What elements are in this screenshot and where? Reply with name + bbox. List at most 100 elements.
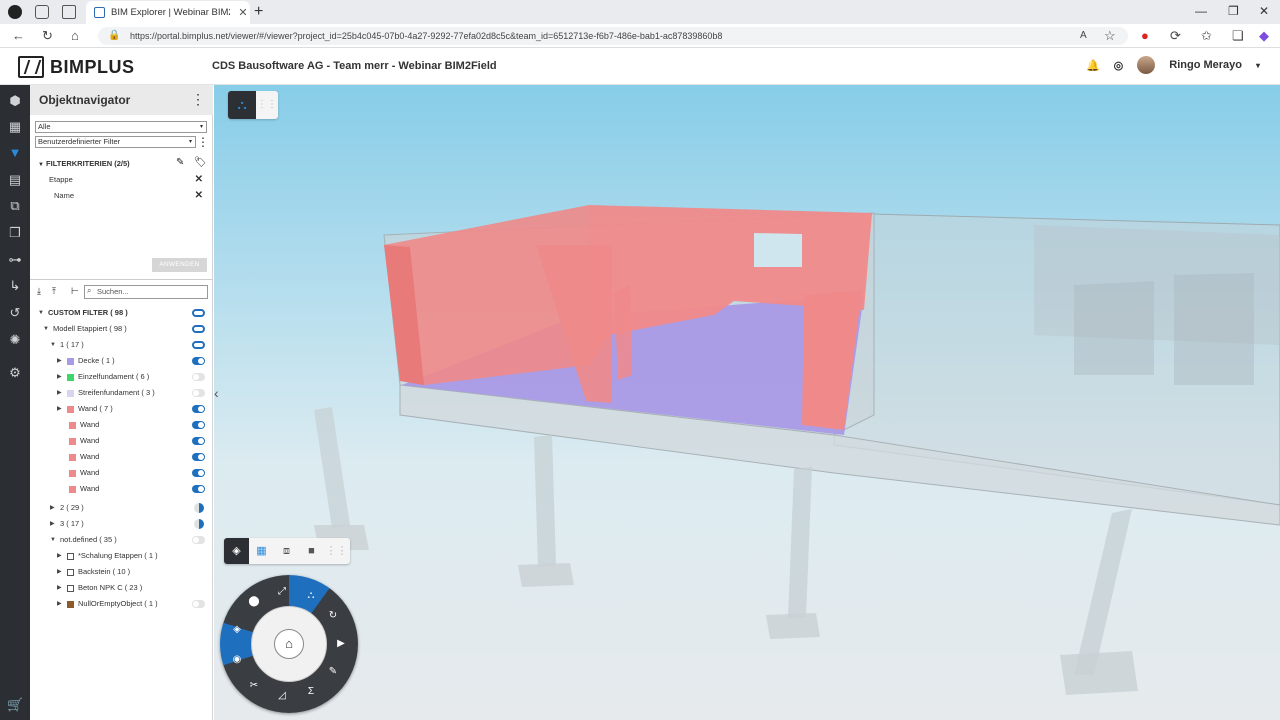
section-icon[interactable]: ◿ bbox=[275, 689, 289, 703]
caret-right-icon[interactable]: ▶ bbox=[57, 565, 62, 579]
close-tab-icon[interactable]: ✕ bbox=[236, 6, 250, 19]
expand-all-icon[interactable]: ⤓ bbox=[37, 286, 41, 297]
tree-node[interactable]: ▼ Modell Etappiert ( 98 ) bbox=[30, 322, 213, 336]
caret-down-icon[interactable]: ▼ bbox=[50, 533, 56, 547]
visibility-toggle[interactable] bbox=[192, 325, 205, 333]
tree-node[interactable]: ▶ *Schalung Etappen ( 1 ) bbox=[30, 549, 213, 563]
sun-icon[interactable]: ✺ bbox=[7, 332, 23, 348]
caret-right-icon[interactable]: ▶ bbox=[50, 517, 55, 531]
visibility-toggle[interactable] bbox=[192, 485, 205, 493]
tree-structure-icon[interactable]: ↳ bbox=[7, 278, 23, 294]
caret-right-icon[interactable]: ▶ bbox=[57, 597, 62, 611]
filter-icon[interactable]: ▼ bbox=[7, 145, 23, 161]
tree-node[interactable]: ▼ CUSTOM FILTER ( 98 ) bbox=[30, 306, 213, 320]
search-input[interactable]: Suchen... bbox=[84, 285, 208, 299]
collections-icon[interactable]: ❏ bbox=[1232, 28, 1244, 44]
tree-view-icon[interactable]: ⊢ bbox=[71, 286, 79, 297]
tree-node[interactable]: ▶ Backstein ( 10 ) bbox=[30, 565, 213, 579]
hide-eye-icon[interactable]: ◉ bbox=[230, 653, 244, 667]
model-icon[interactable]: ⬢ bbox=[7, 93, 23, 109]
tree-node[interactable]: ▶ Streifenfundament ( 3 ) bbox=[30, 386, 213, 400]
custom-filter-menu-icon[interactable]: ⋮ bbox=[197, 135, 209, 149]
browser-tab[interactable]: BIM Explorer | Webinar BIM2Field ✕ bbox=[86, 1, 250, 24]
workspaces-icon[interactable] bbox=[35, 5, 49, 19]
support-icon[interactable]: ◎ bbox=[1114, 59, 1124, 72]
close-window-icon[interactable]: ✕ bbox=[1259, 4, 1269, 18]
model-scene[interactable] bbox=[214, 85, 1280, 720]
home-view-icon[interactable]: ⌂ bbox=[274, 629, 304, 659]
hierarchy-icon[interactable]: ⊶ bbox=[7, 252, 23, 268]
caret-right-icon[interactable]: ▶ bbox=[57, 549, 62, 563]
caret-right-icon[interactable]: ▶ bbox=[50, 501, 55, 515]
tree-leaf[interactable]: Wand bbox=[30, 434, 213, 448]
visibility-toggle[interactable] bbox=[192, 389, 205, 397]
visibility-toggle[interactable] bbox=[192, 357, 205, 365]
tree-leaf[interactable]: Wand bbox=[30, 450, 213, 464]
minimize-icon[interactable]: — bbox=[1195, 4, 1207, 18]
visibility-toggle[interactable] bbox=[192, 309, 205, 317]
url-field[interactable]: https://portal.bimplus.net/viewer/#/view… bbox=[98, 27, 1128, 45]
cart-icon[interactable]: 🛒 bbox=[7, 697, 23, 713]
visibility-toggle[interactable] bbox=[192, 600, 205, 608]
collapse-panel-icon[interactable]: ‹ bbox=[214, 385, 219, 401]
back-icon[interactable]: ← bbox=[12, 28, 25, 43]
caret-right-icon[interactable]: ▶ bbox=[57, 402, 62, 416]
copilot-icon[interactable]: ◆ bbox=[1259, 28, 1269, 44]
tree-node[interactable]: ▶ 2 ( 29 ) bbox=[30, 501, 213, 515]
bimplus-logo[interactable]: BIMPLUS bbox=[18, 56, 135, 78]
favorites-icon[interactable]: ✩ bbox=[1201, 28, 1212, 44]
visibility-toggle[interactable] bbox=[192, 437, 205, 445]
cube-wireframe-icon[interactable]: ⧈ bbox=[274, 538, 299, 564]
profile-icon[interactable] bbox=[8, 5, 22, 19]
collapse-all-icon[interactable]: ⤒ bbox=[52, 286, 56, 297]
tree-leaf[interactable]: Wand bbox=[30, 482, 213, 496]
tag-icon[interactable]: 🏷 bbox=[194, 157, 207, 168]
bell-icon[interactable]: 🔔 bbox=[1086, 59, 1100, 72]
remove-criterion-icon[interactable]: ✕ bbox=[195, 174, 203, 185]
layers-icon[interactable]: ◈ bbox=[224, 538, 249, 564]
3d-viewport[interactable]: ⛬ ⋮⋮ ‹ ◈ ▦ ⧈ ■ ⋮⋮ ⌂ ⤢ ⛬ ↻ ▶ ✎ Σ ◿ ✂ ◉ ◈ … bbox=[214, 85, 1280, 720]
tree-node[interactable]: ▼ 1 ( 17 ) bbox=[30, 338, 213, 352]
settings-gear-icon[interactable]: ⚙ bbox=[7, 365, 23, 381]
caret-right-icon[interactable]: ▶ bbox=[57, 386, 62, 400]
layers-icon[interactable]: ◈ bbox=[230, 623, 244, 637]
avatar[interactable] bbox=[1137, 56, 1156, 74]
home-icon[interactable]: ⌂ bbox=[71, 28, 79, 43]
tree-node[interactable]: ▶ 3 ( 17 ) bbox=[30, 517, 213, 531]
scissors-icon[interactable]: ✂ bbox=[247, 679, 261, 693]
caret-right-icon[interactable]: ▶ bbox=[57, 581, 62, 595]
tree-leaf[interactable]: Wand bbox=[30, 418, 213, 432]
camera-icon[interactable]: ▶ bbox=[334, 637, 348, 651]
visibility-toggle[interactable] bbox=[192, 453, 205, 461]
map-icon[interactable]: ▦ bbox=[7, 119, 23, 135]
tab-actions-icon[interactable] bbox=[62, 5, 76, 19]
apply-button[interactable]: ANWENDEN bbox=[152, 258, 207, 272]
fit-view-icon[interactable]: ⤢ bbox=[275, 585, 289, 599]
pencil-icon[interactable]: ✎ bbox=[176, 157, 184, 168]
favorite-star-icon[interactable]: ☆ bbox=[1104, 28, 1116, 44]
grid-dots-icon[interactable]: ⋮⋮ bbox=[256, 91, 278, 119]
tree-leaf[interactable]: Wand bbox=[30, 466, 213, 480]
cube-solid-icon[interactable]: ■ bbox=[299, 538, 324, 564]
reload-icon[interactable]: ↻ bbox=[42, 28, 53, 44]
grid-icon[interactable]: ▦ bbox=[249, 538, 274, 564]
visibility-toggle[interactable] bbox=[192, 341, 205, 349]
location-pin-icon[interactable]: ⬤ bbox=[247, 595, 261, 609]
clipboard-icon[interactable]: ▤ bbox=[7, 172, 23, 188]
drag-handle-icon[interactable]: ⋮⋮ bbox=[324, 538, 349, 564]
visibility-toggle[interactable] bbox=[192, 405, 205, 413]
maximize-icon[interactable]: ❐ bbox=[1228, 4, 1239, 18]
visibility-toggle[interactable] bbox=[194, 503, 204, 513]
caret-right-icon[interactable]: ▶ bbox=[57, 354, 62, 368]
visibility-toggle[interactable] bbox=[192, 536, 205, 544]
edit-square-icon[interactable]: ✎ bbox=[326, 665, 340, 679]
tree-node[interactable]: ▶ NullOrEmptyObject ( 1 ) bbox=[30, 597, 213, 611]
tree-node[interactable]: ▶ Decke ( 1 ) bbox=[30, 354, 213, 368]
tree-node[interactable]: ▶ Wand ( 7 ) bbox=[30, 402, 213, 416]
hierarchy-icon[interactable]: ⛬ bbox=[304, 589, 318, 603]
custom-filter-select[interactable]: Benutzerdefinierter Filter ▾ bbox=[35, 136, 196, 148]
extension-icon[interactable]: ● bbox=[1141, 28, 1149, 43]
tree-node[interactable]: ▶ Einzelfundament ( 6 ) bbox=[30, 370, 213, 384]
rotate-icon[interactable]: ↻ bbox=[326, 609, 340, 623]
remove-criterion-icon[interactable]: ✕ bbox=[195, 190, 203, 201]
